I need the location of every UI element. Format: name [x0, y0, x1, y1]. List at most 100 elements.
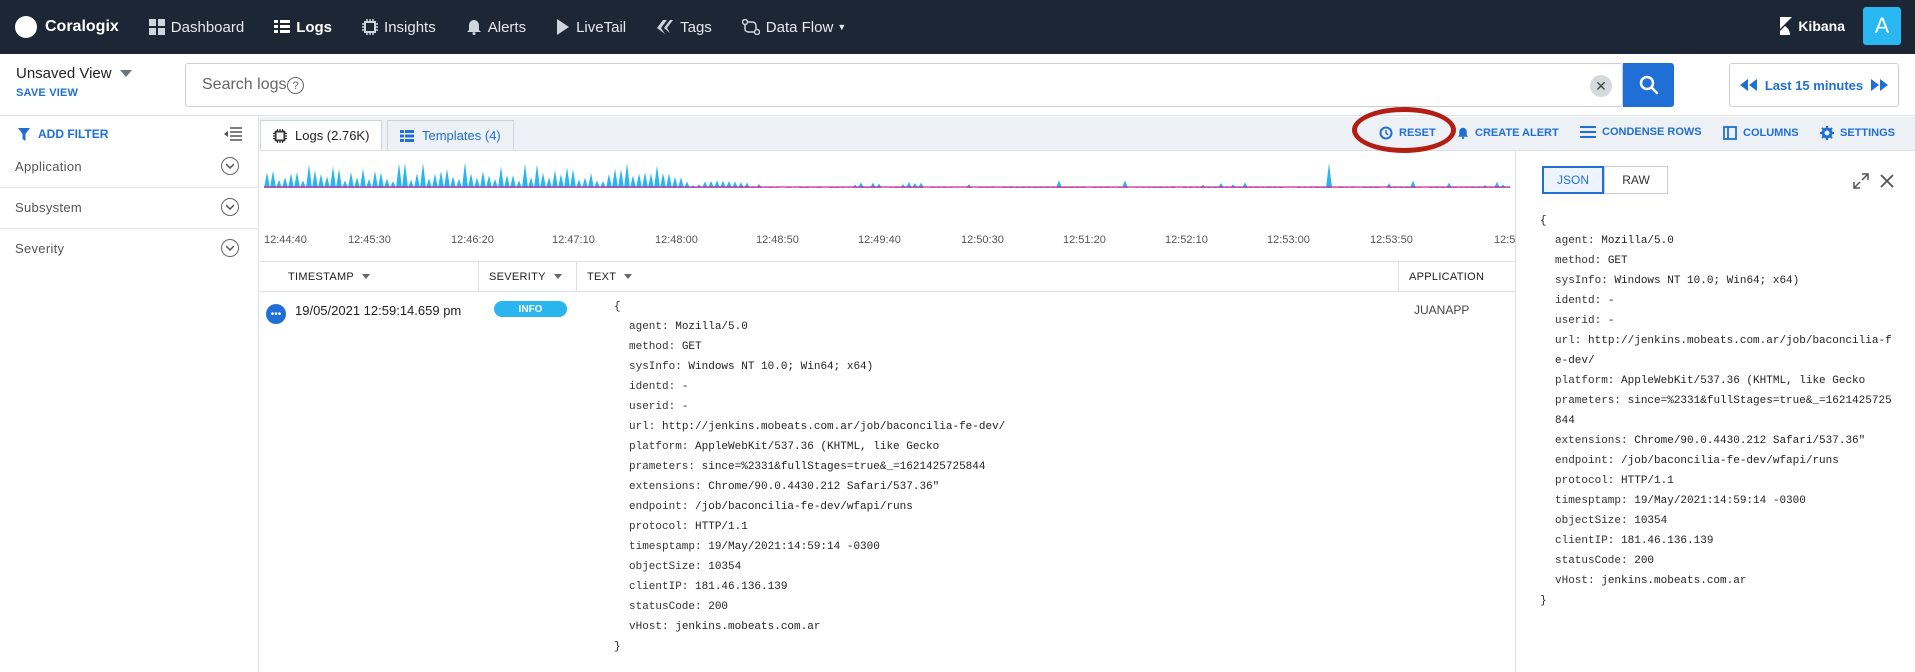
log-text[interactable]: {agent: Mozilla/5.0 method: GET sysInfo: W… [614, 297, 1005, 657]
nav-item-alerts[interactable]: Alerts [466, 19, 526, 36]
filter-label: Severity [15, 241, 65, 256]
json-line: platform: AppleWebKit/537.36 (KHTML, lik… [614, 437, 1005, 457]
histogram-tick-label: 12:51:20 [1063, 234, 1106, 246]
raw-tab[interactable]: RAW [1604, 166, 1668, 194]
nav-label: Dashboard [170, 18, 245, 36]
time-range-picker[interactable]: Last 15 minutes [1729, 63, 1899, 107]
json-value: since=%2331&fullStages=true&_=1621425725 [1627, 395, 1892, 407]
filter-label: Subsystem [15, 200, 83, 215]
columns-button[interactable]: COLUMNS [1723, 126, 1799, 140]
action-label: CREATE ALERT [1475, 127, 1559, 139]
filter-sidebar: ADD FILTER Application Subsystem Severit… [0, 117, 259, 672]
json-key: clientIP: [629, 581, 696, 593]
chevron-down-icon[interactable] [221, 198, 239, 216]
json-value: Windows NT 10.0; Win64; x64) [688, 361, 874, 373]
collapse-sidebar-icon[interactable] [224, 127, 242, 141]
avatar[interactable]: A [1863, 7, 1901, 45]
json-line: agent: Mozilla/5.0 [614, 317, 1005, 337]
condense-rows-button[interactable]: CONDENSE ROWS [1580, 126, 1702, 138]
histogram-tick-label: 12:53:50 [1370, 234, 1413, 246]
create-alert-button[interactable]: CREATE ALERT [1457, 126, 1559, 140]
table-row[interactable]: ••• 19/05/2021 12:59:14.659 pm INFO {age… [260, 292, 1515, 672]
coralogix-logo-icon [15, 16, 37, 38]
json-line: vHost: jenkins.mobeats.com.ar [614, 617, 1005, 637]
add-filter-button[interactable]: ADD FILTER [18, 127, 108, 141]
rewind-icon[interactable] [1740, 79, 1758, 91]
expand-icon[interactable] [1853, 173, 1869, 189]
table-header: TIMESTAMP SEVERITY TEXT APPLICATION [260, 261, 1515, 292]
histogram-tick-label: 12:49:40 [858, 234, 901, 246]
search-icon [1639, 75, 1658, 95]
json-line: clientIP: 181.46.136.139 [614, 577, 1005, 597]
header-label: APPLICATION [1409, 270, 1485, 283]
tab-templates[interactable]: Templates (4) [387, 120, 514, 150]
play-icon [557, 19, 570, 35]
save-view-button[interactable]: SAVE VIEW [16, 87, 78, 99]
nav-item-livetail[interactable]: LiveTail [556, 19, 626, 36]
nav-label: Data Flow [765, 18, 834, 36]
sort-caret-icon [362, 274, 371, 279]
fast-forward-icon[interactable] [1870, 79, 1888, 91]
help-icon[interactable]: ? [287, 77, 304, 94]
json-key: timesptamp: [1555, 495, 1635, 507]
json-line: extensions: Chrome/90.0.4430.212 Safari/… [1540, 431, 1892, 451]
search-button[interactable] [1623, 63, 1674, 107]
json-value: 10354 [1634, 515, 1668, 527]
json-value: 200 [1634, 555, 1655, 567]
log-volume-histogram[interactable]: 12:44:40 12:45:30 12:46:20 12:47:10 12:48:00… [260, 151, 1515, 261]
json-line: url: http://jenkins.mobeats.com.ar/job/b… [614, 417, 1005, 437]
json-tab[interactable]: JSON [1542, 166, 1604, 194]
clear-search-icon[interactable]: ✕ [1590, 75, 1612, 97]
bell-icon [1457, 127, 1469, 139]
sort-caret-icon [624, 274, 633, 279]
nav-item-tags[interactable]: Tags [656, 19, 712, 36]
json-key: timesptamp: [629, 541, 709, 553]
json-value: jenkins.mobeats.com.ar [675, 621, 821, 633]
filter-application[interactable]: Application [0, 147, 259, 188]
tab-logs[interactable]: Logs (2.76K) [260, 120, 383, 150]
row-actions-icon[interactable]: ••• [266, 304, 286, 324]
filter-subsystem[interactable]: Subsystem [0, 188, 259, 229]
search-input[interactable] [200, 74, 1500, 96]
kibana-link[interactable]: Kibana [1780, 17, 1845, 35]
logs-list-icon [274, 20, 291, 33]
templates-icon [400, 129, 414, 142]
results-toolbar: Logs (2.76K) Templates (4) RESET CREATE … [260, 117, 1915, 151]
nav-item-dashboard[interactable]: Dashboard [148, 18, 245, 36]
json-key: objectSize: [1555, 515, 1635, 527]
view-selector[interactable]: Unsaved View [16, 65, 132, 82]
close-icon[interactable] [1879, 173, 1895, 189]
settings-button[interactable]: SETTINGS [1820, 126, 1895, 140]
json-value: /job/baconcilia-fe-dev/wfapi/runs [1621, 455, 1839, 467]
dashboard-grid-icon [148, 19, 165, 35]
json-value: - [681, 381, 689, 393]
column-header-severity[interactable]: SEVERITY [479, 262, 577, 291]
json-line: method: GET [614, 337, 1005, 357]
nav-item-logs[interactable]: Logs [274, 19, 332, 36]
bell-icon [466, 20, 481, 35]
brand-name: Coralogix [45, 18, 119, 35]
filter-severity[interactable]: Severity [0, 229, 259, 270]
severity-badge: INFO [494, 301, 567, 317]
sort-caret-icon [553, 274, 562, 279]
chevron-down-icon[interactable] [221, 239, 239, 257]
json-viewer[interactable]: {agent: Mozilla/5.0 method: GET sysInfo: W… [1540, 211, 1892, 611]
json-line: timesptamp: 19/May/2021:14:59:14 -0300 [614, 537, 1005, 557]
json-key: sysInfo: [629, 361, 689, 373]
column-header-text[interactable]: TEXT [577, 262, 1399, 291]
nav-item-insights[interactable]: Insights [362, 19, 436, 36]
column-header-application[interactable]: APPLICATION [1399, 262, 1515, 291]
highlight-annotation [1352, 107, 1456, 153]
json-line-wrap: 844 [1555, 415, 1575, 427]
brand-logo[interactable]: Coralogix [15, 16, 119, 38]
json-key: prameters: [629, 461, 702, 473]
nav-item-data-flow[interactable]: Data Flow ▼ [741, 18, 846, 36]
histogram-tick-label: 12:50:30 [961, 234, 1004, 246]
insights-chip-icon [362, 19, 379, 35]
json-value: 181.46.136.139 [695, 581, 788, 593]
json-value: /job/baconcilia-fe-dev/wfapi/runs [695, 501, 913, 513]
json-line: objectSize: 10354 [1540, 511, 1892, 531]
column-header-timestamp[interactable]: TIMESTAMP [278, 262, 479, 291]
chevron-down-icon[interactable] [221, 157, 239, 175]
json-line: prameters: since=%2331&fullStages=true&_… [614, 457, 1005, 477]
